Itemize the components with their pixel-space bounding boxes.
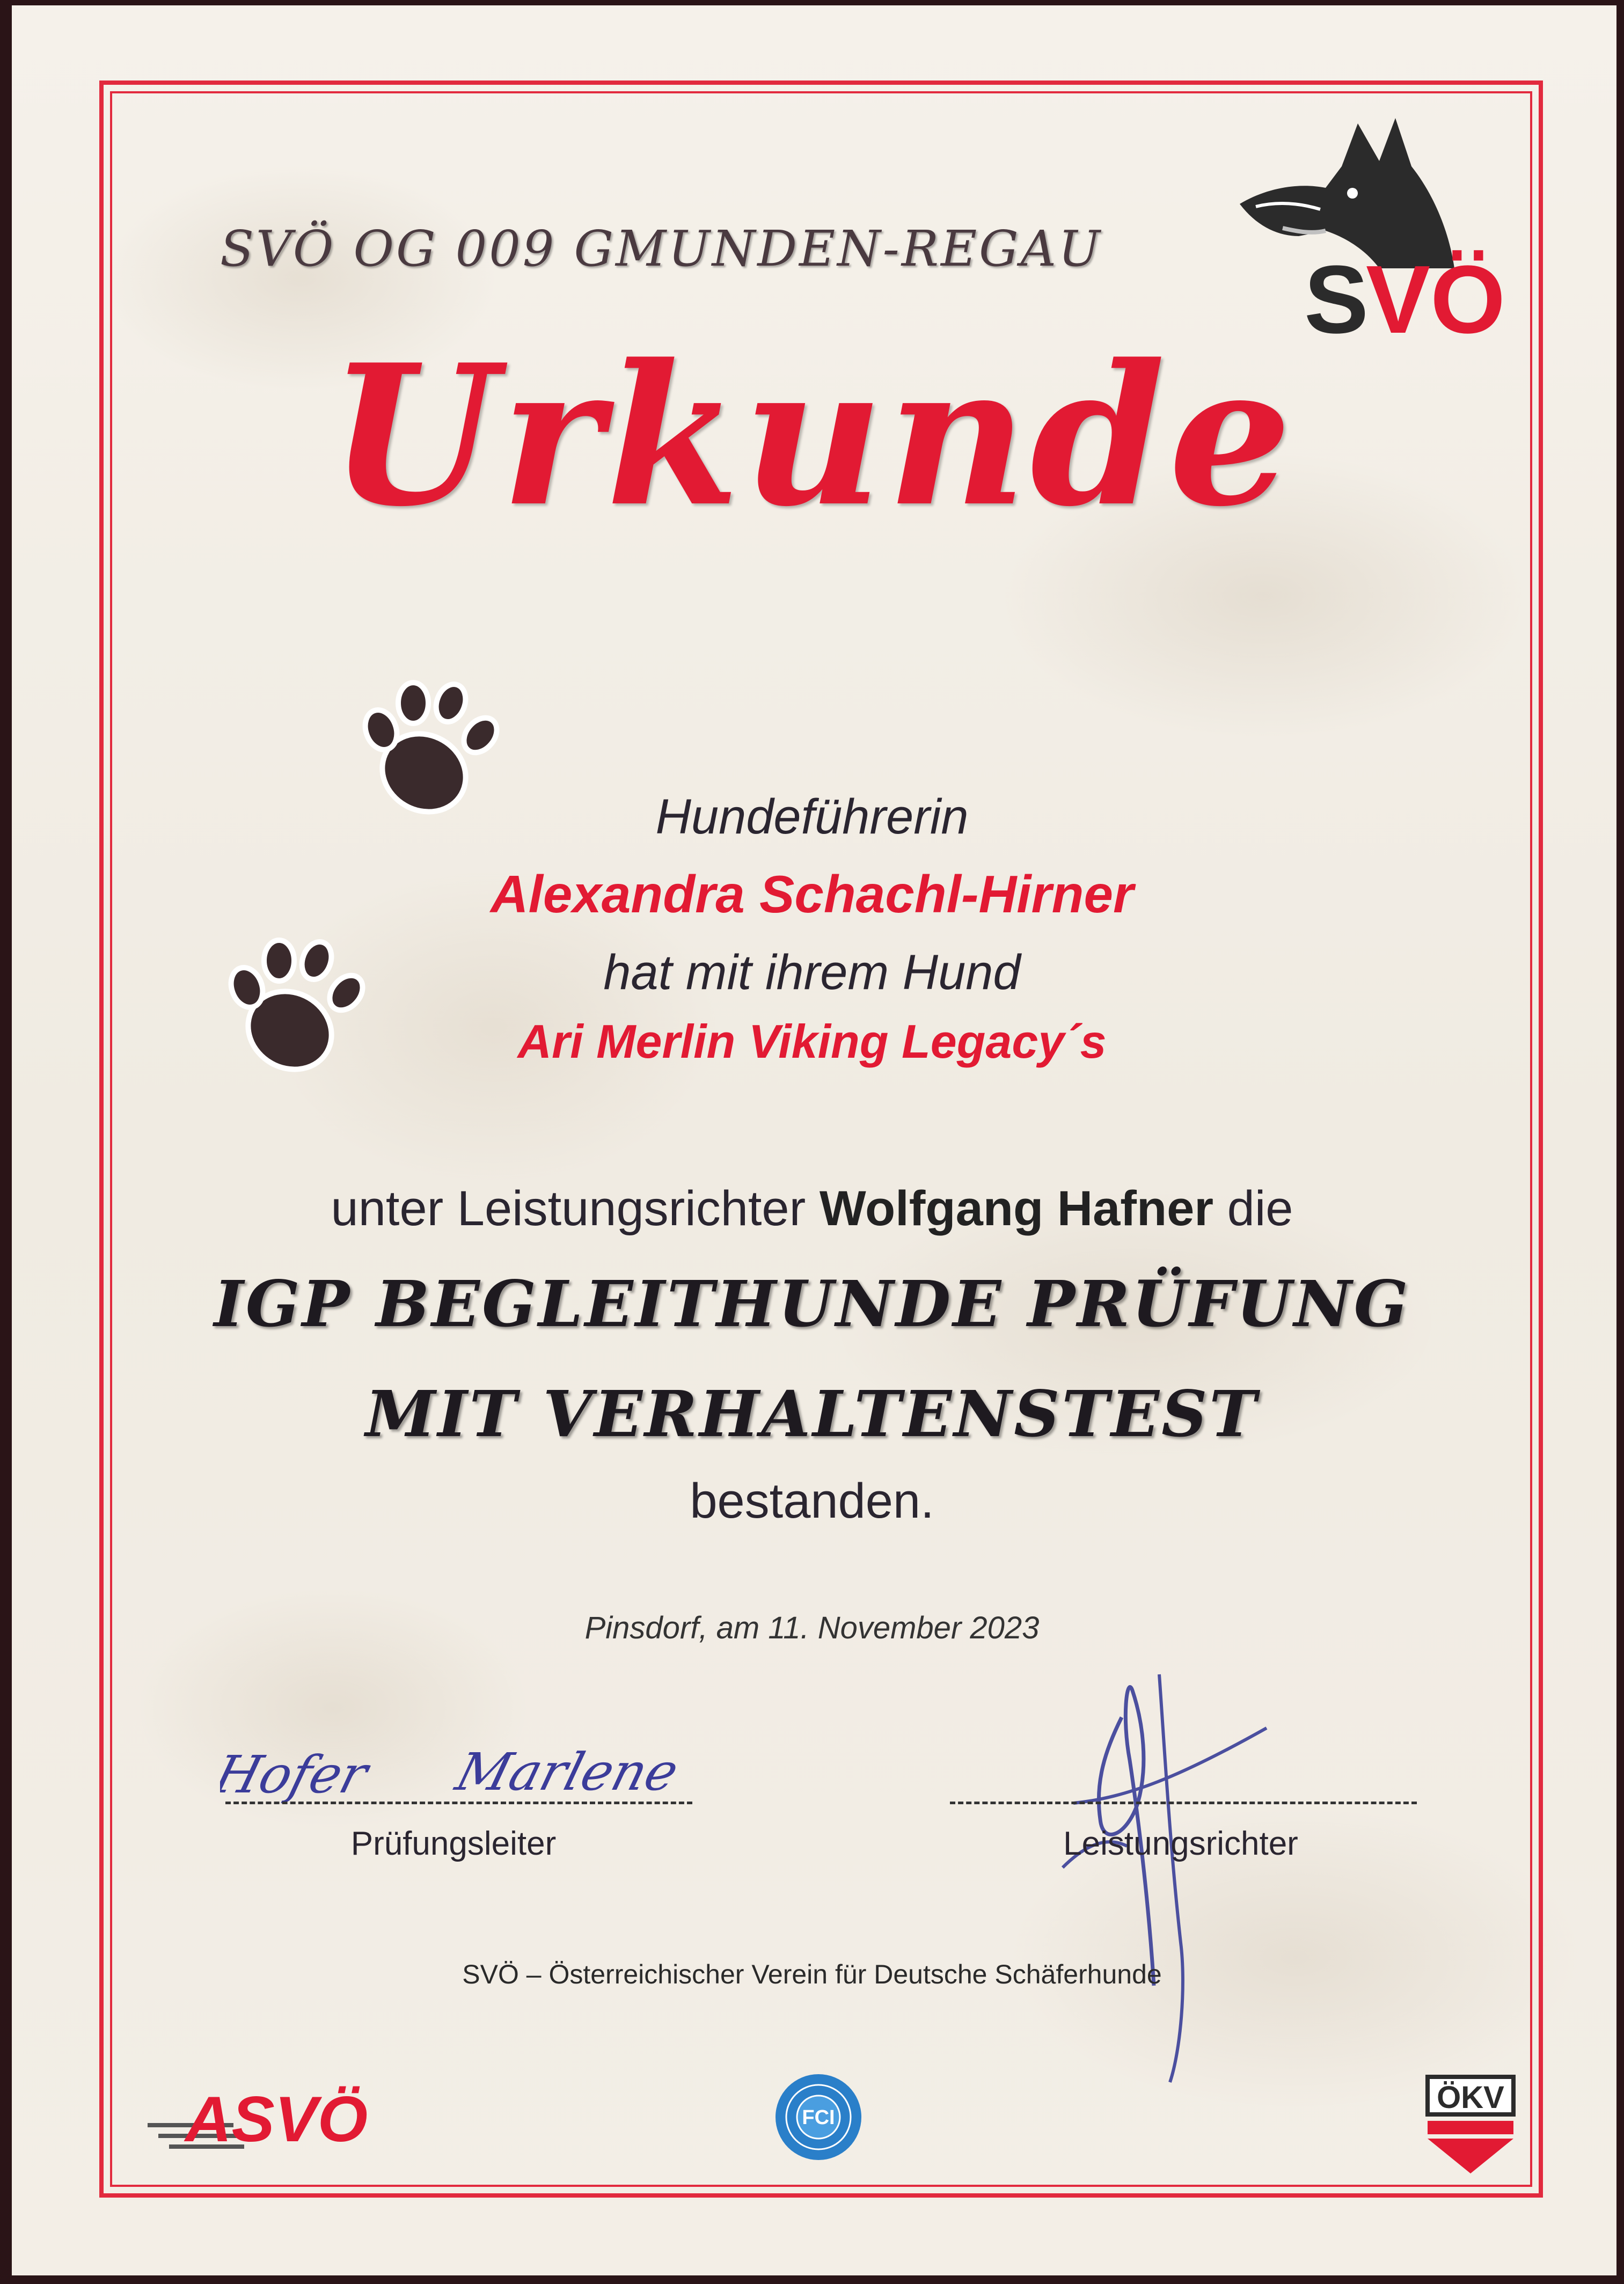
svg-text:ÖKV: ÖKV	[1437, 2080, 1504, 2115]
judge-suffix: die	[1227, 1181, 1293, 1236]
judge-prefix: unter Leistungsrichter	[331, 1181, 806, 1236]
club-name: SVÖ OG 009 GMUNDEN-REGAU	[220, 220, 1102, 277]
right-signature-line	[950, 1802, 1417, 1804]
certificate-title: Urkunde	[329, 322, 1295, 549]
left-signature-line	[225, 1802, 692, 1804]
svg-text:Marlene: Marlene	[449, 1743, 684, 1803]
right-signature-label: Leistungsrichter	[1063, 1825, 1298, 1862]
svg-text:Hofer: Hofer	[220, 1745, 377, 1805]
fci-logo: FCI	[776, 2074, 861, 2160]
result-text: bestanden.	[690, 1474, 934, 1528]
okv-logo: ÖKV	[1425, 2075, 1516, 2173]
svg-text:ASVÖ: ASVÖ	[184, 2083, 368, 2155]
footer-association: SVÖ – Österreichischer Verein für Deutsc…	[462, 1959, 1162, 1989]
handler-role: Hundeführerin	[655, 789, 969, 844]
svg-text:FCI: FCI	[802, 2106, 835, 2129]
asvo-logo: ASVÖ	[148, 2083, 368, 2155]
with-dog-text: hat mit ihrem Hund	[603, 945, 1021, 1000]
place-date: Pinsdorf, am 11. November 2023	[584, 1610, 1040, 1645]
exam-title-line1: IGP BEGLEITHUNDE PRÜFUNG	[214, 1267, 1410, 1341]
left-signature: Hofer Marlene	[220, 1743, 685, 1805]
left-signature-label: Prüfungsleiter	[350, 1825, 557, 1862]
right-signature	[1061, 1674, 1268, 2083]
dog-name: Ari Merlin Viking Legacy´s	[517, 1015, 1107, 1068]
exam-title-line2: MIT VERHALTENSTEST	[365, 1377, 1259, 1451]
judge-line: unter Leistungsrichter Wolfgang Hafner d…	[0, 1181, 1624, 1237]
handler-name: Alexandra Schachl-Hirner	[490, 865, 1134, 924]
judge-name: Wolfgang Hafner	[819, 1181, 1214, 1236]
svo-logo: S VÖ	[1240, 118, 1505, 343]
